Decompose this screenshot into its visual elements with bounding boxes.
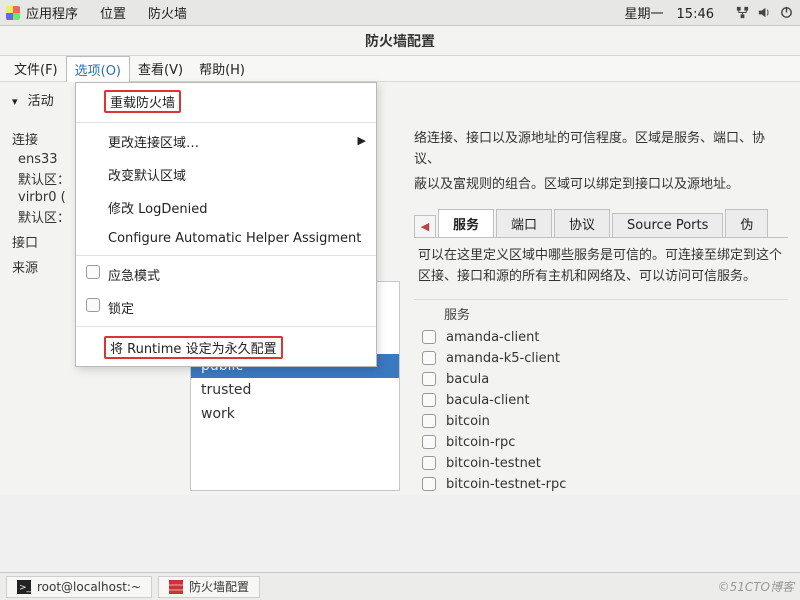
- menu-options[interactable]: 选项(O): [66, 56, 130, 82]
- tab-services[interactable]: 服务: [438, 209, 494, 237]
- power-icon[interactable]: [778, 5, 794, 21]
- taskbar: >_ root@localhost:~ 防火墙配置 ©51CTO博客: [0, 572, 800, 600]
- services-description: 可以在这里定义区域中哪些服务是可信的。可连接至绑定到这个区接、接口和源的所有主机…: [414, 238, 788, 294]
- volume-icon[interactable]: [756, 5, 772, 21]
- menu-help[interactable]: 帮助(H): [191, 56, 253, 81]
- terminal-icon: >_: [17, 580, 31, 594]
- watermark: ©51CTO博客: [718, 578, 794, 595]
- taskbar-terminal[interactable]: >_ root@localhost:~: [6, 576, 152, 598]
- active-bindings-label: 活动: [28, 94, 54, 109]
- menu-change-connection-zone[interactable]: 更改连接区域…▶: [76, 125, 376, 158]
- checkbox-icon[interactable]: [422, 456, 436, 470]
- menu-view[interactable]: 查看(V): [130, 56, 191, 81]
- panel-clock[interactable]: 星期一 15:46: [625, 3, 714, 22]
- gnome-panel: 应用程序 位置 防火墙 星期一 15:46: [0, 0, 800, 26]
- zone-desc-line: 蔽以及富规则的组合。区域可以绑定到接口以及源地址。: [414, 171, 788, 196]
- tab-protocols[interactable]: 协议: [554, 209, 610, 237]
- service-row[interactable]: bacula-client: [414, 390, 788, 411]
- submenu-arrow-icon: ▶: [358, 134, 366, 147]
- checkbox-icon[interactable]: [422, 351, 436, 365]
- tab-ports[interactable]: 端口: [496, 209, 552, 237]
- tab-masquerade[interactable]: 伪: [725, 209, 768, 237]
- zone-item[interactable]: trusted: [191, 378, 399, 402]
- menu-runtime-to-permanent[interactable]: 将 Runtime 设定为永久配置: [76, 329, 376, 366]
- services-list: 服务 amanda-client amanda-k5-client bacula…: [414, 299, 788, 495]
- checkbox-icon[interactable]: [422, 393, 436, 407]
- menu-change-default-zone[interactable]: 改变默认区域: [76, 158, 376, 191]
- service-row[interactable]: bacula: [414, 369, 788, 390]
- menu-auto-helper[interactable]: Configure Automatic Helper Assigment: [76, 224, 376, 253]
- service-row[interactable]: bitcoin-testnet: [414, 453, 788, 474]
- checkbox-icon[interactable]: [422, 372, 436, 386]
- menu-lockdown[interactable]: 锁定: [76, 291, 376, 324]
- service-row[interactable]: bitcoin: [414, 411, 788, 432]
- svg-text:>_: >_: [19, 583, 31, 593]
- taskbar-firewall[interactable]: 防火墙配置: [158, 576, 260, 598]
- checkbox-icon[interactable]: [422, 414, 436, 428]
- network-icon[interactable]: [734, 5, 750, 21]
- menu-file[interactable]: 文件(F): [6, 56, 66, 81]
- zone-item[interactable]: work: [191, 402, 399, 426]
- service-row[interactable]: amanda-client: [414, 327, 788, 348]
- tab-source-ports[interactable]: Source Ports: [612, 213, 723, 237]
- checkbox-icon[interactable]: [422, 330, 436, 344]
- menu-panic-mode[interactable]: 应急模式: [76, 258, 376, 291]
- chevron-down-icon: ▾: [12, 95, 18, 108]
- checkbox-icon[interactable]: [86, 265, 100, 279]
- service-row[interactable]: bitcoin-testnet-rpc: [414, 474, 788, 495]
- menu-modify-logdenied[interactable]: 修改 LogDenied: [76, 191, 376, 224]
- panel-menu-places[interactable]: 位置: [100, 3, 126, 22]
- checkbox-icon[interactable]: [422, 435, 436, 449]
- service-row[interactable]: bitcoin-rpc: [414, 432, 788, 453]
- checkbox-icon[interactable]: [422, 477, 436, 491]
- firewall-icon: [169, 580, 183, 594]
- zone-desc-line: 络连接、接口以及源地址的可信程度。区域是服务、端口、协议、: [414, 125, 788, 171]
- apps-icon: [6, 6, 20, 20]
- zone-details: 络连接、接口以及源地址的可信程度。区域是服务、端口、协议、 蔽以及富规则的组合。…: [400, 117, 788, 495]
- service-row[interactable]: amanda-k5-client: [414, 348, 788, 369]
- zone-tabs: ◀ 服务 端口 协议 Source Ports 伪: [414, 209, 788, 238]
- panel-menu-firewall[interactable]: 防火墙: [148, 3, 187, 22]
- menubar: 文件(F) 选项(O) 查看(V) 帮助(H): [0, 56, 800, 82]
- checkbox-icon[interactable]: [86, 298, 100, 312]
- menu-reload-firewall[interactable]: 重载防火墙: [76, 83, 376, 120]
- services-column-header: 服务: [414, 300, 788, 327]
- window-title: 防火墙配置: [365, 31, 435, 51]
- panel-menu-applications[interactable]: 应用程序: [26, 3, 78, 22]
- scroll-left-icon[interactable]: ◀: [414, 215, 436, 237]
- window-titlebar: 防火墙配置: [0, 26, 800, 56]
- options-menu-dropdown: 重载防火墙 更改连接区域…▶ 改变默认区域 修改 LogDenied Confi…: [75, 82, 377, 367]
